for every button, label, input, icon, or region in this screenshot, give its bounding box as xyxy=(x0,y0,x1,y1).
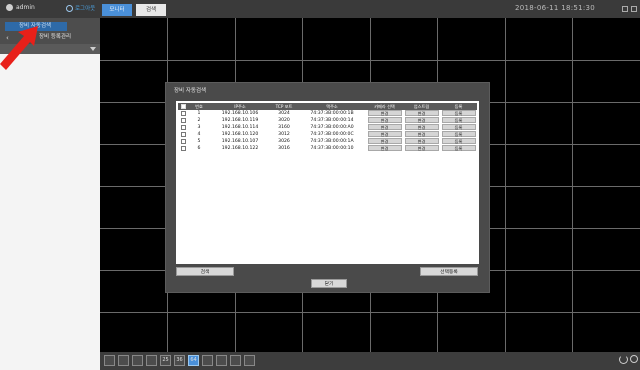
cell-mac: 74:37:3B:00:00:0C xyxy=(310,132,354,137)
layout-toolbar: 25 36 64 xyxy=(100,352,640,370)
col-mac: 맥주소 xyxy=(298,103,366,110)
cell-ip: 192.168.10.119 xyxy=(221,118,259,123)
table-row: 3 192.168.10.114 3160 74:37:3B:00:00:A0 … xyxy=(178,124,477,131)
clock: 2018-06-11 18:51:30 xyxy=(515,4,596,12)
layout-custom-2-button[interactable] xyxy=(216,355,227,366)
register-button[interactable]: 등록 xyxy=(441,145,476,151)
cell-port: 3020 xyxy=(278,118,290,123)
cell-ip: 192.168.10.122 xyxy=(221,146,259,151)
upstream-change-button[interactable]: 변경 xyxy=(404,131,439,137)
cell-port: 3016 xyxy=(278,146,290,151)
table-row: 4 192.168.10.120 3012 74:37:3B:00:00:0C … xyxy=(178,131,477,138)
camera-change-button[interactable]: 변경 xyxy=(367,145,402,151)
layout-custom-3-button[interactable] xyxy=(230,355,241,366)
col-no: 번호 xyxy=(188,103,210,110)
user-icon xyxy=(6,4,13,11)
cell-no: 4 xyxy=(197,132,201,137)
fullscreen-button[interactable] xyxy=(244,355,255,366)
cell-port: 3026 xyxy=(278,139,290,144)
logout-label: 로그아웃 xyxy=(75,6,96,12)
cell-no: 2 xyxy=(197,118,201,123)
cell-mac: 74:37:3B:00:00:14 xyxy=(310,118,354,123)
register-button[interactable]: 등록 xyxy=(441,138,476,144)
search-button[interactable]: 검색 xyxy=(176,267,234,276)
close-button[interactable]: 닫기 xyxy=(311,279,347,288)
layout-36-button[interactable]: 36 xyxy=(174,355,185,366)
cell-ip: 192.168.10.107 xyxy=(221,139,259,144)
table-row: 6 192.168.10.122 3016 74:37:3B:00:00:10 … xyxy=(178,145,477,152)
logout-button[interactable]: 로그아웃 xyxy=(66,4,95,12)
camera-change-button[interactable]: 변경 xyxy=(367,124,402,130)
upstream-change-button[interactable]: 변경 xyxy=(404,117,439,123)
select-all-checkbox[interactable] xyxy=(178,103,188,110)
row-checkbox[interactable] xyxy=(178,131,188,138)
table-header: 번호 IP주소 TCP 포트 맥주소 카메라 선택 업스트림 등록 xyxy=(178,103,477,110)
register-selected-button[interactable]: 선택등록 xyxy=(420,267,478,276)
dialog-title: 장비 자동검색 xyxy=(174,88,207,94)
camera-change-button[interactable]: 변경 xyxy=(367,117,402,123)
upstream-change-button[interactable]: 변경 xyxy=(404,145,439,151)
row-checkbox[interactable] xyxy=(178,145,188,152)
cell-mac: 74:37:3B:00:00:A0 xyxy=(310,125,354,130)
cell-port: 3160 xyxy=(278,125,290,130)
col-port: TCP 포트 xyxy=(270,103,298,110)
cell-port: 3012 xyxy=(278,132,290,137)
col-ip: IP주소 xyxy=(210,103,270,110)
layout-1-button[interactable] xyxy=(104,355,115,366)
cell-ip: 192.168.10.120 xyxy=(221,132,259,137)
layout-16-button[interactable] xyxy=(146,355,157,366)
cell-no: 6 xyxy=(197,146,201,151)
table-row: 1 192.168.10.106 3024 74:37:3B:00:00:1B … xyxy=(178,110,477,117)
layout-64-button[interactable]: 64 xyxy=(188,355,199,366)
annotation-arrow-icon xyxy=(0,26,38,70)
cell-ip: 192.168.10.106 xyxy=(221,111,259,116)
col-camera: 카메라 선택 xyxy=(366,103,403,110)
upstream-change-button[interactable]: 변경 xyxy=(404,124,439,130)
cell-mac: 74:37:3B:00:00:1A xyxy=(310,139,354,144)
register-button[interactable]: 등록 xyxy=(441,110,476,116)
row-checkbox[interactable] xyxy=(178,138,188,145)
cell-no: 1 xyxy=(197,111,201,116)
register-button[interactable]: 등록 xyxy=(441,117,476,123)
layout-9-button[interactable] xyxy=(132,355,143,366)
table-row: 5 192.168.10.107 3026 74:37:3B:00:00:1A … xyxy=(178,138,477,145)
chevron-down-icon xyxy=(90,47,96,51)
refresh-icon[interactable] xyxy=(619,355,628,364)
col-register: 등록 xyxy=(440,103,477,110)
row-checkbox[interactable] xyxy=(178,117,188,124)
register-button[interactable]: 등록 xyxy=(441,131,476,137)
upstream-change-button[interactable]: 변경 xyxy=(404,110,439,116)
upstream-change-button[interactable]: 변경 xyxy=(404,138,439,144)
minimize-icon[interactable] xyxy=(622,6,628,12)
layout-25-button[interactable]: 25 xyxy=(160,355,171,366)
cell-mac: 74:37:3B:00:00:1B xyxy=(310,111,354,116)
camera-change-button[interactable]: 변경 xyxy=(367,110,402,116)
register-button[interactable]: 등록 xyxy=(441,124,476,130)
power-icon xyxy=(66,5,73,12)
tab-monitor[interactable]: 모니터 xyxy=(102,4,132,16)
row-checkbox[interactable] xyxy=(178,110,188,117)
close-icon[interactable] xyxy=(631,6,637,12)
cell-no: 5 xyxy=(197,139,201,144)
table-row: 2 192.168.10.119 3020 74:37:3B:00:00:14 … xyxy=(178,117,477,124)
top-bar: admin 로그아웃 모니터 검색 2018-06-11 18:51:30 xyxy=(0,0,640,18)
col-upstream: 업스트림 xyxy=(403,103,440,110)
cell-mac: 74:37:3B:00:00:10 xyxy=(310,146,354,151)
cell-ip: 192.168.10.114 xyxy=(221,125,259,130)
device-table: 번호 IP주소 TCP 포트 맥주소 카메라 선택 업스트림 등록 1 192.… xyxy=(178,103,477,152)
tab-search[interactable]: 검색 xyxy=(136,4,166,16)
cell-no: 3 xyxy=(197,125,201,130)
camera-change-button[interactable]: 변경 xyxy=(367,138,402,144)
layout-4-button[interactable] xyxy=(118,355,129,366)
row-checkbox[interactable] xyxy=(178,124,188,131)
device-list-panel: 번호 IP주소 TCP 포트 맥주소 카메라 선택 업스트림 등록 1 192.… xyxy=(176,101,479,264)
user-info: admin xyxy=(6,4,35,11)
username: admin xyxy=(16,4,35,11)
auto-search-dialog: 장비 자동검색 번호 IP주소 TCP 포트 맥주소 카메라 선택 업스트림 등… xyxy=(165,82,490,293)
layout-custom-1-button[interactable] xyxy=(202,355,213,366)
camera-change-button[interactable]: 변경 xyxy=(367,131,402,137)
search-icon[interactable] xyxy=(630,355,638,363)
cell-port: 3024 xyxy=(278,111,290,116)
